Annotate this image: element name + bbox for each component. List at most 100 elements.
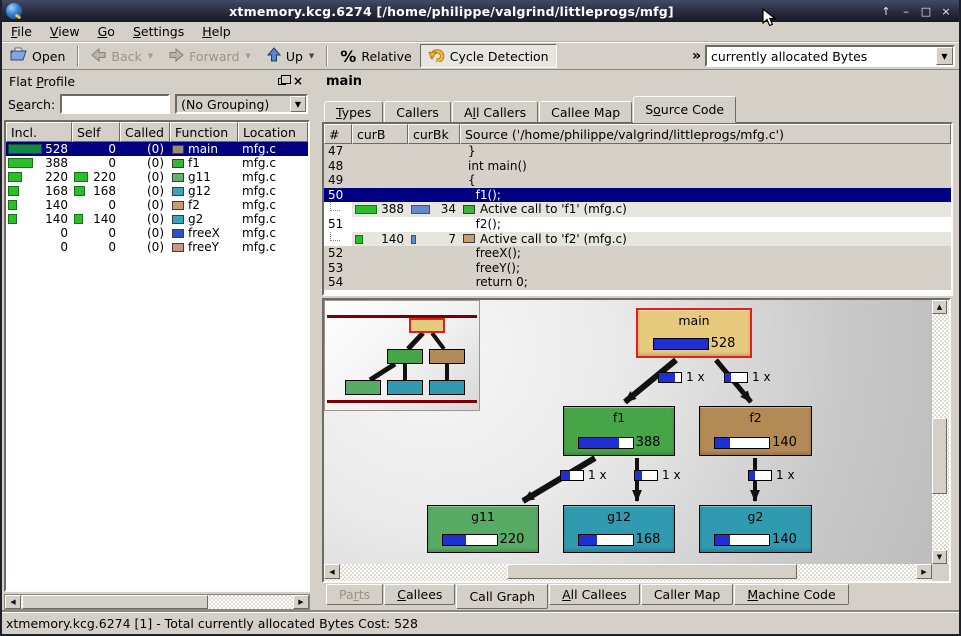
graph-node-g2[interactable]: g2 140 <box>699 505 812 553</box>
table-row-g2[interactable]: 140 140 (0) g2 mfg.c <box>6 212 308 226</box>
graph-node-g11[interactable]: g11 220 <box>427 505 539 553</box>
tab-callees[interactable]: Callees <box>384 584 455 605</box>
scroll-up-icon[interactable]: ▲ <box>932 300 947 314</box>
cost-bar <box>578 437 634 449</box>
scrollbar-thumb[interactable] <box>22 595 208 609</box>
incl-bar <box>8 158 33 168</box>
back-dropdown-icon[interactable]: ▼ <box>148 52 153 60</box>
call-graph-canvas[interactable]: main 528 f1 388 f2 140 g11 220 g12 168 g… <box>324 300 932 564</box>
source-line[interactable]: 49{ <box>324 173 951 188</box>
tab-callers[interactable]: Callers <box>384 101 451 123</box>
forward-button[interactable]: Forward ▼ <box>161 44 259 68</box>
source-line[interactable]: 52 freeX(); <box>324 246 951 261</box>
grouping-select[interactable]: (No Grouping) ▼ <box>175 94 308 114</box>
table-row-main[interactable]: 528 0 (0) main mfg.c <box>6 142 308 156</box>
scroll-right-icon[interactable]: ▶ <box>293 595 309 609</box>
menu-help[interactable]: Help <box>193 22 240 41</box>
column-function[interactable]: Function <box>170 122 238 142</box>
tree-branch-icon <box>330 232 340 241</box>
graph-node-g12[interactable]: g12 168 <box>563 505 675 553</box>
self-bar <box>74 214 83 224</box>
toolbar-overflow-icon[interactable]: » <box>692 48 701 64</box>
column-line-number[interactable]: # <box>324 124 352 144</box>
app-icon <box>6 3 22 19</box>
column-self[interactable]: Self <box>72 122 120 142</box>
event-type-dropdown-icon[interactable]: ▼ <box>936 47 953 65</box>
close-button[interactable]: × <box>937 3 955 19</box>
graph-node-main[interactable]: main 528 <box>636 308 752 358</box>
source-line-selected[interactable]: 50 f1(); <box>324 188 951 203</box>
open-button[interactable]: Open <box>2 44 73 68</box>
source-tabs: Types Callers All Callers Callee Map Sou… <box>324 96 737 123</box>
table-row-freeY[interactable]: 0 0 (0) freeY mfg.c <box>6 240 308 254</box>
scroll-right-icon[interactable]: ▶ <box>916 564 932 579</box>
column-called[interactable]: Called <box>120 122 170 142</box>
graph-hscrollbar[interactable]: ◀ ▶ <box>324 564 932 581</box>
graph-node-f1[interactable]: f1 388 <box>563 406 675 456</box>
incl-bar <box>8 186 19 196</box>
source-line[interactable]: 48int main() <box>324 159 951 174</box>
curb-bar <box>355 205 377 214</box>
source-line[interactable]: 51 f2(); <box>324 217 951 232</box>
menu-go[interactable]: Go <box>89 22 124 41</box>
function-color-swatch <box>172 243 184 252</box>
tab-parts[interactable]: Parts <box>326 584 383 605</box>
column-curbk[interactable]: curBk <box>408 124 460 144</box>
source-call-annotation[interactable]: 388 34 Active call to 'f1' (mfg.c) <box>324 202 951 217</box>
table-row-freeX[interactable]: 0 0 (0) freeX mfg.c <box>6 226 308 240</box>
tab-caller-map[interactable]: Caller Map <box>641 584 734 605</box>
dock-close-icon[interactable]: × <box>293 75 306 87</box>
column-location[interactable]: Location <box>238 122 308 142</box>
source-line[interactable]: 54 return 0; <box>324 275 951 290</box>
maximize-button[interactable]: □ <box>917 3 935 19</box>
column-incl[interactable]: Incl. <box>6 122 72 142</box>
source-line[interactable]: 47} <box>324 144 951 159</box>
flat-profile-hscrollbar[interactable]: ◀ ▶ <box>4 594 310 610</box>
scroll-left-icon[interactable]: ◀ <box>5 595 21 609</box>
overview-node-main <box>409 318 445 333</box>
graph-vscrollbar[interactable]: ▲ ▼ <box>932 300 949 564</box>
menubar: File View Go Settings Help <box>2 22 959 42</box>
tab-callee-map[interactable]: Callee Map <box>539 101 632 123</box>
up-dropdown-icon[interactable]: ▼ <box>309 52 314 60</box>
table-row-g12[interactable]: 168 168 (0) g12 mfg.c <box>6 184 308 198</box>
table-row-f1[interactable]: 388 0 (0) f1 mfg.c <box>6 156 308 170</box>
back-button[interactable]: Back ▼ <box>83 44 161 68</box>
scrollbar-thumb[interactable] <box>932 418 947 494</box>
scroll-down-icon[interactable]: ▼ <box>932 550 947 564</box>
graph-overview-map[interactable] <box>324 300 480 411</box>
edge-label-main-f1: 1 x <box>658 370 705 384</box>
source-call-annotation[interactable]: 140 7 Active call to 'f2' (mfg.c) <box>324 232 951 247</box>
forward-dropdown-icon[interactable]: ▼ <box>245 52 250 60</box>
menu-view[interactable]: View <box>41 22 89 41</box>
table-row-g11[interactable]: 220 220 (0) g11 mfg.c <box>6 170 308 184</box>
tab-source-code[interactable]: Source Code <box>633 96 736 123</box>
shade-button[interactable]: ↑ <box>877 3 895 19</box>
tab-machine-code[interactable]: Machine Code <box>734 584 848 605</box>
tab-call-graph[interactable]: Call Graph <box>456 584 548 609</box>
relative-toggle-button[interactable]: % Relative <box>332 44 419 68</box>
menu-file[interactable]: File <box>2 22 41 41</box>
source-line[interactable]: 53 freeY(); <box>324 261 951 276</box>
cycle-detection-toggle-button[interactable]: Cycle Detection <box>420 44 557 68</box>
up-button[interactable]: Up ▼ <box>259 44 322 68</box>
column-curb[interactable]: curB <box>352 124 408 144</box>
dock-float-icon[interactable] <box>276 75 289 87</box>
graph-node-f2[interactable]: f2 140 <box>699 406 812 456</box>
scrollbar-thumb[interactable] <box>507 564 797 579</box>
tab-all-callees[interactable]: All Callees <box>549 584 640 605</box>
column-source[interactable]: Source ('/home/philippe/valgrind/littlep… <box>460 124 951 144</box>
menu-settings[interactable]: Settings <box>124 22 193 41</box>
panel-splitter[interactable] <box>312 70 320 610</box>
event-type-select[interactable]: currently allocated Bytes ▼ <box>705 45 955 67</box>
tab-types[interactable]: Types <box>324 101 383 123</box>
table-row-f2[interactable]: 140 0 (0) f2 mfg.c <box>6 198 308 212</box>
tab-all-callers[interactable]: All Callers <box>452 101 538 123</box>
grouping-dropdown-icon[interactable]: ▼ <box>290 96 306 112</box>
search-input[interactable] <box>60 94 170 114</box>
titlebar[interactable]: xtmemory.kcg.6274 [/home/philippe/valgri… <box>2 0 959 22</box>
incl-bar <box>8 172 22 182</box>
minimize-button[interactable]: – <box>897 3 915 19</box>
function-color-swatch <box>172 173 184 182</box>
scroll-left-icon[interactable]: ◀ <box>324 564 340 579</box>
